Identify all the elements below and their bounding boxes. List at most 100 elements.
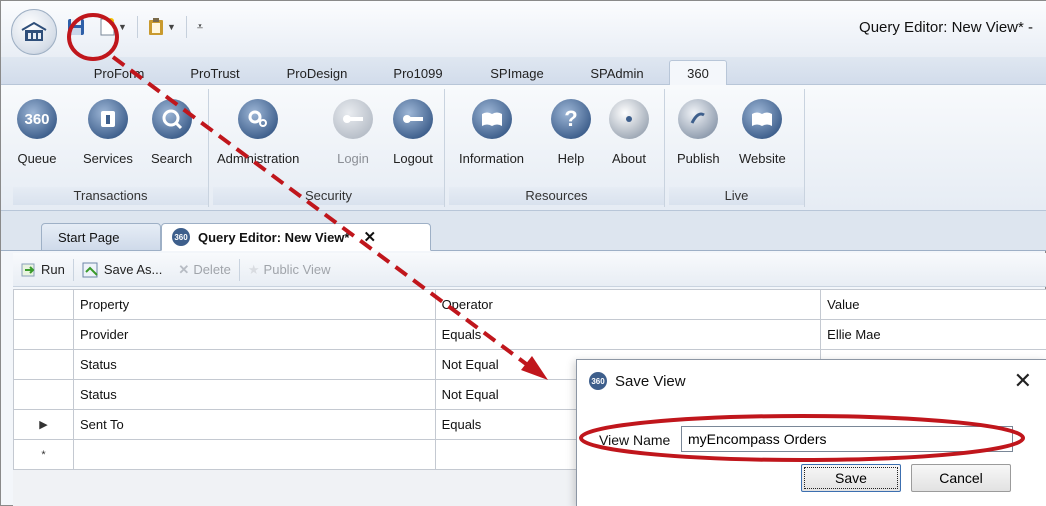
quick-access-toolbar: ▼ ▼ ⩡ xyxy=(63,11,243,43)
administration-label: Administration xyxy=(217,151,300,166)
save-button[interactable]: Save xyxy=(801,464,901,492)
new-document-icon xyxy=(100,18,115,36)
dialog-title-bar: 360 Save View xyxy=(589,372,686,390)
row-indicator-new[interactable]: * xyxy=(13,439,74,470)
run-button[interactable]: Run xyxy=(13,257,73,283)
logout-button[interactable]: Logout xyxy=(393,99,433,166)
column-header-value[interactable]: Value xyxy=(820,289,1046,320)
column-header-property[interactable]: Property xyxy=(72,289,436,320)
customize-qat-button[interactable]: ⩡ xyxy=(193,14,207,40)
star-icon: ★ xyxy=(247,261,260,277)
tab-query-editor[interactable]: 360 Query Editor: New View* ✕ xyxy=(161,223,431,251)
cell-property[interactable]: Status xyxy=(72,379,436,410)
tab-pro1099[interactable]: Pro1099 xyxy=(381,61,455,85)
publish-icon xyxy=(678,99,719,139)
queue-button[interactable]: 360 Queue xyxy=(17,99,57,166)
cell-property[interactable]: Provider xyxy=(72,319,436,350)
disc-icon xyxy=(609,99,649,139)
tab-spimage[interactable]: SPImage xyxy=(477,61,557,85)
services-icon xyxy=(87,99,128,139)
360-badge-icon: 360 xyxy=(172,228,190,246)
tab-proform[interactable]: ProForm xyxy=(81,61,157,85)
qat-separator xyxy=(137,16,138,38)
tab-prodesign[interactable]: ProDesign xyxy=(275,61,359,85)
search-button[interactable]: Search xyxy=(151,99,192,166)
cell-operator[interactable]: Equals xyxy=(434,319,822,350)
application-window: ▼ ▼ ⩡ Query Editor: New View* - ProForm … xyxy=(0,0,1046,506)
document-tabs: Start Page 360 Query Editor: New View* ✕ xyxy=(1,211,1046,251)
chevron-down-icon: ▼ xyxy=(167,22,176,32)
help-label: Help xyxy=(557,151,585,166)
paste-button[interactable]: ▼ xyxy=(144,14,180,40)
run-label: Run xyxy=(41,262,65,277)
ribbon-tabs: ProForm ProTrust ProDesign Pro1099 SPIma… xyxy=(1,57,1046,86)
save-as-label: Save As... xyxy=(103,262,163,277)
360-badge-icon: 360 xyxy=(589,372,607,390)
group-label-resources: Resources xyxy=(449,187,664,205)
services-label: Services xyxy=(83,151,133,166)
row-indicator-current[interactable]: ▶ xyxy=(13,409,74,440)
publish-label: Publish xyxy=(677,151,720,166)
query-toolbar: Run Save As... ✕ Delete ★ Public View xyxy=(13,253,1046,287)
save-view-dialog: 360 Save View ✕ View Name Save Cancel xyxy=(576,359,1046,506)
clipboard-icon xyxy=(149,18,164,35)
about-label: About xyxy=(612,151,646,166)
about-button[interactable]: About xyxy=(609,99,649,166)
question-mark-icon: ? xyxy=(551,99,591,139)
logout-key-icon xyxy=(393,99,433,139)
view-name-input[interactable] xyxy=(681,426,1013,452)
public-view-button[interactable]: ★ Public View xyxy=(240,257,339,283)
save-button[interactable] xyxy=(63,14,89,40)
queue-label: Queue xyxy=(17,151,57,166)
close-tab-icon[interactable]: ✕ xyxy=(363,228,376,246)
group-label-transactions: Transactions xyxy=(13,187,208,205)
new-document-button[interactable]: ▼ xyxy=(95,14,131,40)
cell-property[interactable]: Status xyxy=(72,349,436,380)
save-as-icon xyxy=(82,262,98,277)
delete-button[interactable]: ✕ Delete xyxy=(170,257,238,283)
floppy-disk-icon xyxy=(68,19,84,35)
cancel-button[interactable]: Cancel xyxy=(911,464,1011,492)
website-button[interactable]: Website xyxy=(739,99,786,166)
tab-start-page[interactable]: Start Page xyxy=(41,223,161,251)
group-label-security: Security xyxy=(213,187,444,205)
information-button[interactable]: Information xyxy=(459,99,524,166)
row-indicator[interactable] xyxy=(13,319,74,350)
ribbon: 360 Queue Services Search Transactions A… xyxy=(1,85,1046,211)
information-label: Information xyxy=(459,151,525,166)
building-icon xyxy=(21,21,47,41)
row-header-corner xyxy=(13,289,74,320)
column-header-operator[interactable]: Operator xyxy=(434,289,822,320)
tab-spadmin[interactable]: SPAdmin xyxy=(575,61,659,85)
tab-start-page-label: Start Page xyxy=(58,229,120,245)
cell-value[interactable]: Ellie Mae xyxy=(820,319,1046,350)
cell-property[interactable] xyxy=(72,439,436,470)
save-as-button[interactable]: Save As... xyxy=(74,257,171,283)
tab-protrust[interactable]: ProTrust xyxy=(177,61,253,85)
tab-360[interactable]: 360 xyxy=(669,60,727,86)
close-icon[interactable]: ✕ xyxy=(1014,368,1032,394)
queue-360-icon: 360 xyxy=(17,99,57,139)
website-label: Website xyxy=(739,151,786,166)
help-button[interactable]: ? Help xyxy=(551,99,591,166)
chevron-down-icon: ▼ xyxy=(118,22,127,32)
tab-query-editor-label: Query Editor: New View* xyxy=(198,229,350,245)
app-menu-orb[interactable] xyxy=(11,9,57,55)
administration-button[interactable]: Administration xyxy=(217,99,299,166)
services-button[interactable]: Services xyxy=(83,99,133,166)
group-label-live: Live xyxy=(669,187,804,205)
publish-button[interactable]: Publish xyxy=(677,99,720,166)
row-indicator[interactable] xyxy=(13,349,74,380)
view-name-label: View Name xyxy=(599,432,671,448)
group-live: Publish Website Live xyxy=(669,89,805,207)
cell-property[interactable]: Sent To xyxy=(72,409,436,440)
key-icon xyxy=(333,99,373,139)
table-row[interactable]: Provider Equals Ellie Mae xyxy=(13,319,1046,350)
search-label: Search xyxy=(151,151,193,166)
row-indicator[interactable] xyxy=(13,379,74,410)
group-security: Administration Login Logout Security xyxy=(213,89,445,207)
login-button[interactable]: Login xyxy=(333,99,373,166)
customize-dropdown-icon: ⩡ xyxy=(196,20,204,33)
gears-icon xyxy=(238,99,279,139)
search-icon xyxy=(151,99,192,139)
